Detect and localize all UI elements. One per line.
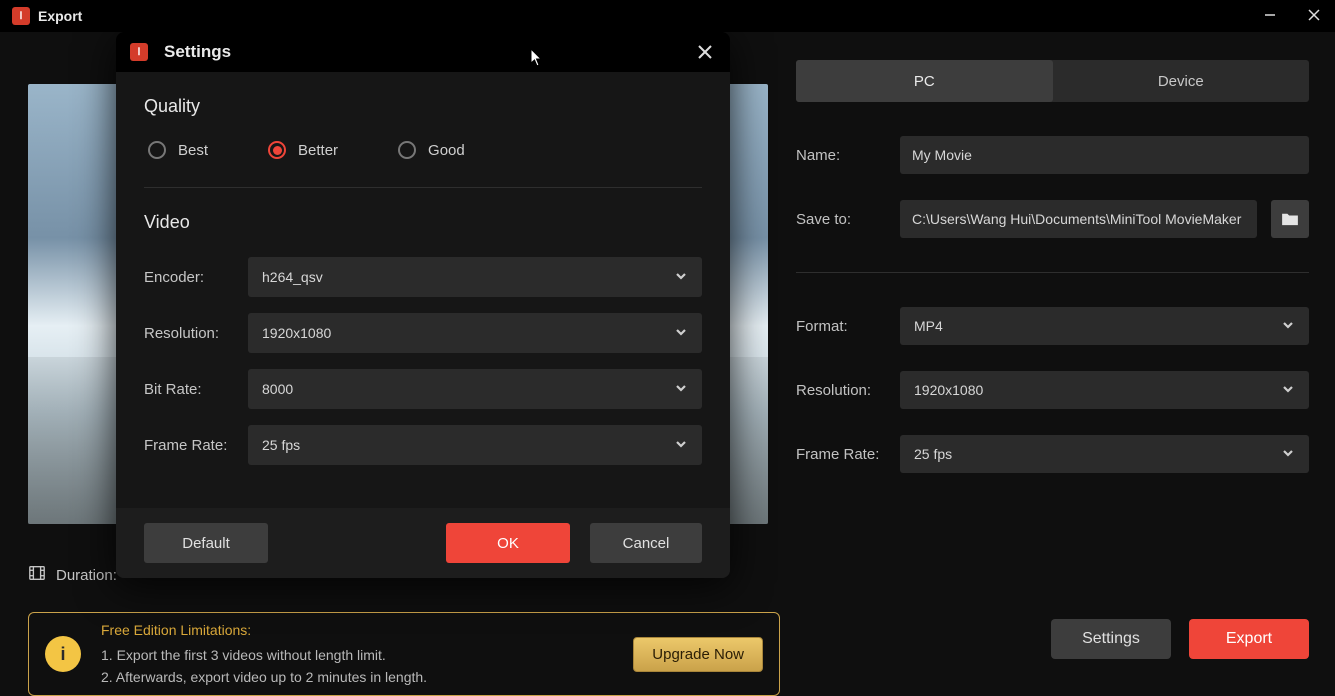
- modal-framerate-label: Frame Rate:: [144, 437, 248, 454]
- saveto-input[interactable]: [900, 200, 1257, 238]
- app-icon: Ⅰ: [130, 43, 148, 61]
- upgrade-button[interactable]: Upgrade Now: [633, 637, 763, 672]
- modal-title: Settings: [164, 42, 231, 62]
- saveto-label: Save to:: [796, 211, 886, 228]
- duration-label: Duration:: [56, 567, 117, 584]
- limitations-line1: 1. Export the first 3 videos without len…: [101, 644, 613, 666]
- browse-folder-button[interactable]: [1271, 200, 1309, 238]
- radio-best-label: Best: [178, 142, 208, 159]
- format-label: Format:: [796, 318, 886, 335]
- settings-modal: Ⅰ Settings Quality Best Better Good Vide…: [116, 32, 730, 578]
- window-title: Export: [38, 8, 82, 24]
- divider: [796, 272, 1309, 273]
- info-icon: i: [45, 636, 81, 672]
- bitrate-value: 8000: [262, 381, 293, 397]
- chevron-down-icon: [674, 381, 688, 398]
- tab-pc[interactable]: PC: [796, 60, 1053, 102]
- radio-good-label: Good: [428, 142, 465, 159]
- resolution-value: 1920x1080: [914, 382, 983, 398]
- export-button[interactable]: Export: [1189, 619, 1309, 659]
- titlebar: Ⅰ Export: [0, 0, 1335, 32]
- encoder-label: Encoder:: [144, 269, 248, 286]
- limitations-title: Free Edition Limitations:: [101, 619, 613, 641]
- limitations-line2: 2. Afterwards, export video up to 2 minu…: [101, 666, 613, 688]
- radio-better-label: Better: [298, 142, 338, 159]
- film-icon: [28, 564, 46, 586]
- limitations-banner: i Free Edition Limitations: 1. Export th…: [28, 612, 780, 696]
- window-controls: [1255, 2, 1329, 28]
- radio-best[interactable]: Best: [148, 141, 208, 159]
- cancel-button[interactable]: Cancel: [590, 523, 702, 563]
- chevron-down-icon: [674, 325, 688, 342]
- framerate-label: Frame Rate:: [796, 446, 886, 463]
- chevron-down-icon: [674, 437, 688, 454]
- modal-framerate-value: 25 fps: [262, 437, 300, 453]
- tab-device[interactable]: Device: [1053, 60, 1310, 102]
- modal-close-button[interactable]: [690, 38, 720, 66]
- close-button[interactable]: [1299, 2, 1329, 28]
- minimize-button[interactable]: [1255, 2, 1285, 28]
- video-section-title: Video: [144, 212, 702, 233]
- bitrate-select[interactable]: 8000: [248, 369, 702, 409]
- default-button[interactable]: Default: [144, 523, 268, 563]
- chevron-down-icon: [1281, 446, 1295, 463]
- radio-good[interactable]: Good: [398, 141, 465, 159]
- name-label: Name:: [796, 147, 886, 164]
- format-select[interactable]: MP4: [900, 307, 1309, 345]
- chevron-down-icon: [1281, 382, 1295, 399]
- radio-better[interactable]: Better: [268, 141, 338, 159]
- name-input[interactable]: [900, 136, 1309, 174]
- modal-header: Ⅰ Settings: [116, 32, 730, 72]
- settings-button[interactable]: Settings: [1051, 619, 1171, 659]
- format-value: MP4: [914, 318, 943, 334]
- resolution-label: Resolution:: [796, 382, 886, 399]
- framerate-value: 25 fps: [914, 446, 952, 462]
- modal-resolution-value: 1920x1080: [262, 325, 331, 341]
- bitrate-label: Bit Rate:: [144, 381, 248, 398]
- quality-section-title: Quality: [144, 96, 702, 117]
- divider: [144, 187, 702, 188]
- export-tabs: PC Device: [796, 60, 1309, 102]
- modal-framerate-select[interactable]: 25 fps: [248, 425, 702, 465]
- modal-resolution-select[interactable]: 1920x1080: [248, 313, 702, 353]
- resolution-select[interactable]: 1920x1080: [900, 371, 1309, 409]
- encoder-select[interactable]: h264_qsv: [248, 257, 702, 297]
- framerate-select[interactable]: 25 fps: [900, 435, 1309, 473]
- app-icon: Ⅰ: [12, 7, 30, 25]
- modal-resolution-label: Resolution:: [144, 325, 248, 342]
- ok-button[interactable]: OK: [446, 523, 570, 563]
- chevron-down-icon: [1281, 318, 1295, 335]
- encoder-value: h264_qsv: [262, 269, 323, 285]
- chevron-down-icon: [674, 269, 688, 286]
- limitations-text: Free Edition Limitations: 1. Export the …: [101, 619, 613, 688]
- duration-row: Duration:: [28, 564, 117, 586]
